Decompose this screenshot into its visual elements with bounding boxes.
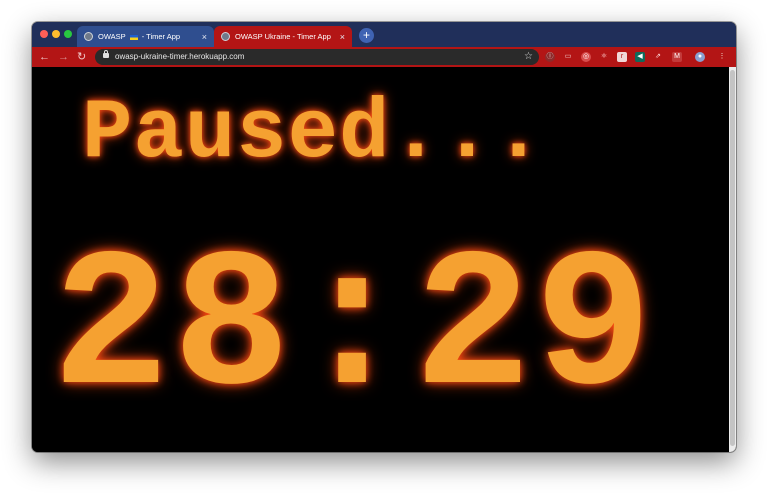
page-content: Paused... 28:29 — [32, 67, 736, 452]
tab-owasp-ukraine-timer[interactable]: OWASP Ukraine - Timer App × — [214, 26, 352, 47]
cast-extension-icon[interactable]: ▭ — [563, 52, 573, 62]
tab-title: OWASP - Timer App — [98, 32, 202, 41]
new-tab-button[interactable]: + — [359, 28, 374, 43]
gmail-extension-icon[interactable]: M — [672, 52, 682, 62]
tab-title-text: OWASP — [98, 32, 126, 41]
profile-avatar-icon[interactable]: ● — [695, 52, 705, 62]
tab-close-icon[interactable]: × — [340, 32, 345, 42]
window-minimize-button[interactable] — [52, 30, 60, 38]
globe-icon — [84, 32, 93, 41]
timer-status-text: Paused... — [82, 87, 545, 182]
tab-title-text-suffix: - Timer App — [141, 32, 181, 41]
r-extension-icon[interactable]: r — [617, 52, 627, 62]
info-extension-icon[interactable]: Ⓘ — [545, 52, 555, 62]
scrollbar-thumb[interactable] — [730, 70, 735, 446]
more-menu-icon[interactable]: ⋮ — [717, 52, 727, 62]
window-maximize-button[interactable] — [64, 30, 72, 38]
lock-icon — [103, 50, 109, 58]
react-devtools-icon[interactable]: ⚛ — [599, 52, 609, 62]
browser-toolbar: ← → ↻ owasp-ukraine-timer.herokuapp.com … — [32, 47, 736, 67]
globe-icon — [221, 32, 230, 41]
play-extension-icon[interactable]: ◀ — [635, 52, 645, 62]
back-arrow-icon[interactable]: ← — [39, 50, 50, 64]
tab-owasp-timer[interactable]: OWASP - Timer App × — [77, 26, 214, 47]
countdown-timer-display: 28:29 — [52, 219, 656, 441]
address-bar-url[interactable]: owasp-ukraine-timer.herokuapp.com — [115, 51, 244, 63]
bookmark-star-icon[interactable]: ☆ — [524, 50, 533, 64]
forward-arrow-icon[interactable]: → — [58, 50, 69, 64]
address-bar[interactable]: owasp-ukraine-timer.herokuapp.com ☆ — [95, 49, 539, 65]
browser-window: OWASP - Timer App × OWASP Ukraine - Time… — [32, 22, 736, 452]
page-scrollbar[interactable] — [729, 67, 736, 452]
tab-title: OWASP Ukraine - Timer App — [235, 32, 331, 41]
tab-strip: OWASP - Timer App × OWASP Ukraine - Time… — [32, 22, 736, 47]
tab-close-icon[interactable]: × — [202, 32, 207, 42]
ukraine-flag-icon — [129, 34, 138, 40]
reload-icon[interactable]: ↻ — [77, 50, 86, 64]
share-extension-icon[interactable]: ⇗ — [653, 52, 663, 62]
window-close-button[interactable] — [40, 30, 48, 38]
target-extension-icon[interactable]: ◎ — [581, 52, 591, 62]
